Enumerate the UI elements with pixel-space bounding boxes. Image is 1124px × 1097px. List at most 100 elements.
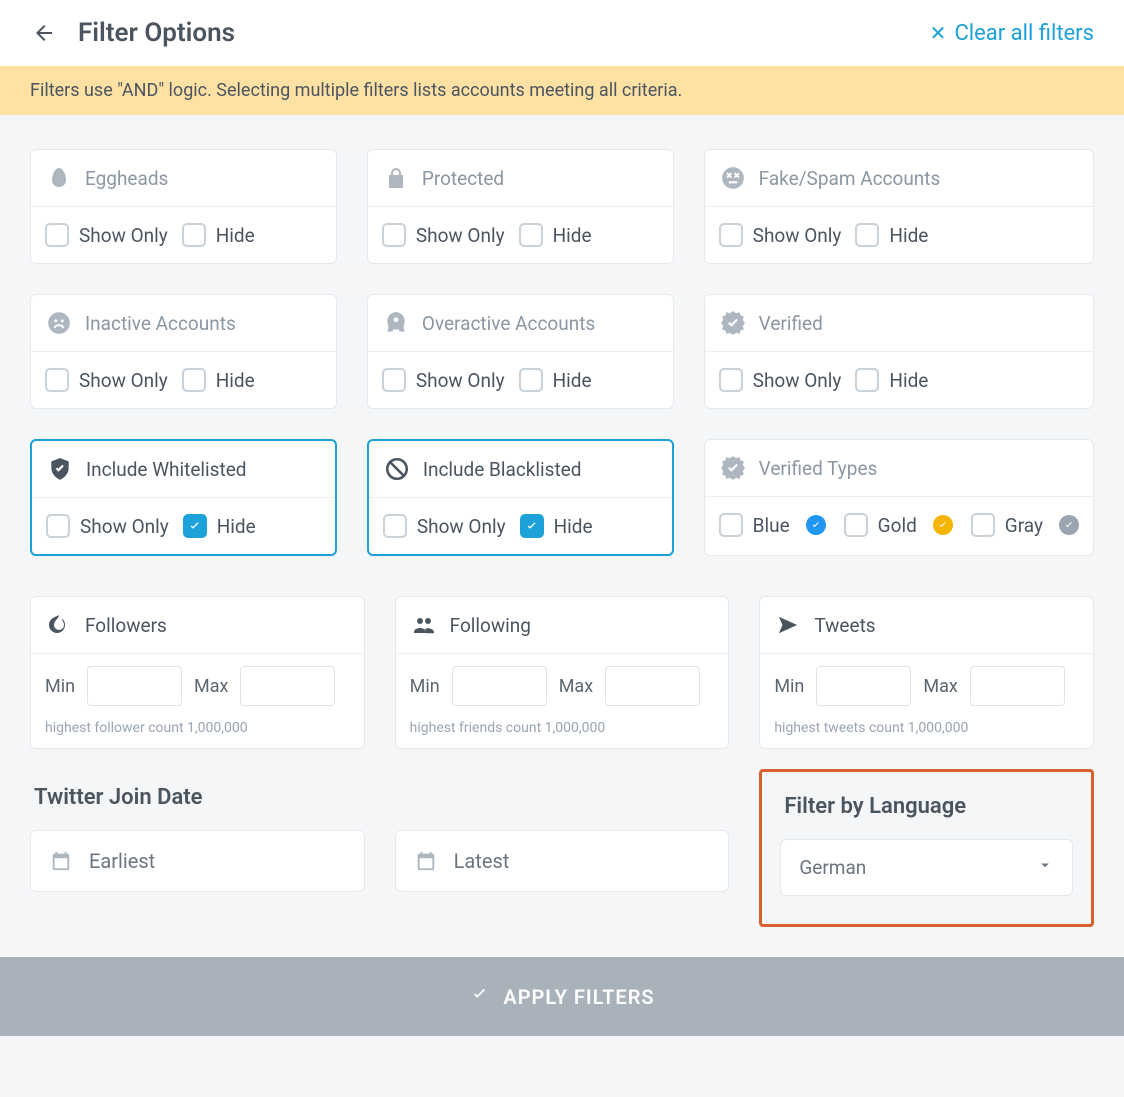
check-icon bbox=[469, 983, 491, 1010]
gray-badge-icon bbox=[1059, 515, 1079, 535]
max-label: Max bbox=[194, 676, 228, 697]
card-title: Protected bbox=[422, 167, 504, 190]
checkbox-label: Gray bbox=[1005, 514, 1043, 537]
filter-card-eggheads: Eggheads Show Only Hide bbox=[30, 149, 337, 264]
checkbox-hide[interactable] bbox=[183, 514, 207, 538]
max-label: Max bbox=[559, 676, 593, 697]
spam-face-icon bbox=[719, 164, 747, 192]
gold-badge-icon bbox=[933, 515, 953, 535]
egg-icon bbox=[45, 164, 73, 192]
card-title: Fake/Spam Accounts bbox=[759, 167, 941, 190]
earliest-date-input[interactable]: Earliest bbox=[30, 830, 365, 892]
checkbox-label: Hide bbox=[216, 224, 255, 247]
card-title: Eggheads bbox=[85, 167, 168, 190]
close-icon: ✕ bbox=[930, 21, 947, 45]
card-title: Include Whitelisted bbox=[86, 458, 247, 481]
checkbox-show-only[interactable] bbox=[46, 514, 70, 538]
checkbox-label: Show Only bbox=[416, 369, 505, 392]
gear-head-icon bbox=[382, 309, 410, 337]
info-banner: Filters use "AND" logic. Selecting multi… bbox=[0, 66, 1124, 115]
checkbox-label: Hide bbox=[217, 515, 256, 538]
page-title: Filter Options bbox=[78, 18, 235, 48]
card-title: Followers bbox=[85, 614, 167, 637]
hint-text: highest friends count 1,000,000 bbox=[396, 720, 729, 748]
followers-max-input[interactable] bbox=[240, 666, 335, 706]
language-select[interactable]: German bbox=[780, 839, 1073, 896]
checkbox-hide[interactable] bbox=[855, 368, 879, 392]
min-label: Min bbox=[410, 676, 440, 697]
checkbox-hide[interactable] bbox=[519, 368, 543, 392]
checkbox-label: Show Only bbox=[79, 369, 168, 392]
checkbox-gray[interactable] bbox=[971, 513, 995, 537]
date-label: Latest bbox=[454, 849, 510, 873]
blue-badge-icon bbox=[806, 515, 826, 535]
filter-card-followers: Followers Min Max highest follower count… bbox=[30, 596, 365, 749]
filter-card-verified: Verified Show Only Hide bbox=[704, 294, 1094, 409]
sad-face-icon bbox=[45, 309, 73, 337]
checkbox-label: Show Only bbox=[753, 224, 842, 247]
min-label: Min bbox=[45, 676, 75, 697]
tweets-min-input[interactable] bbox=[816, 666, 911, 706]
checkbox-label: Hide bbox=[889, 224, 928, 247]
filter-card-fakespam: Fake/Spam Accounts Show Only Hide bbox=[704, 149, 1094, 264]
shield-check-icon bbox=[46, 455, 74, 483]
tweets-max-input[interactable] bbox=[970, 666, 1065, 706]
card-title: Overactive Accounts bbox=[422, 312, 595, 335]
checkbox-label: Hide bbox=[889, 369, 928, 392]
filter-card-whitelisted: Include Whitelisted Show Only Hide bbox=[30, 439, 337, 556]
checkbox-show-only[interactable] bbox=[45, 368, 69, 392]
checkbox-show-only[interactable] bbox=[382, 368, 406, 392]
hint-text: highest follower count 1,000,000 bbox=[31, 720, 364, 748]
checkbox-label: Show Only bbox=[79, 224, 168, 247]
calendar-icon bbox=[412, 847, 440, 875]
checkbox-hide[interactable] bbox=[520, 514, 544, 538]
filter-card-overactive: Overactive Accounts Show Only Hide bbox=[367, 294, 674, 409]
clear-all-filters-button[interactable]: ✕ Clear all filters bbox=[930, 21, 1094, 46]
checkbox-show-only[interactable] bbox=[719, 368, 743, 392]
filter-card-following: Following Min Max highest friends count … bbox=[395, 596, 730, 749]
checkbox-label: Blue bbox=[753, 514, 790, 537]
language-title: Filter by Language bbox=[780, 778, 1073, 839]
chevron-down-icon bbox=[1036, 856, 1054, 879]
hint-text: highest tweets count 1,000,000 bbox=[760, 720, 1093, 748]
card-title: Following bbox=[450, 614, 531, 637]
back-arrow-icon[interactable] bbox=[30, 19, 58, 47]
checkbox-blue[interactable] bbox=[719, 513, 743, 537]
checkbox-label: Hide bbox=[553, 369, 592, 392]
checkbox-hide[interactable] bbox=[855, 223, 879, 247]
checkbox-label: Gold bbox=[878, 514, 917, 537]
checkbox-hide[interactable] bbox=[182, 223, 206, 247]
card-title: Verified bbox=[759, 312, 823, 335]
checkbox-gold[interactable] bbox=[844, 513, 868, 537]
calendar-icon bbox=[47, 847, 75, 875]
people-icon bbox=[410, 611, 438, 639]
verified-badge-icon bbox=[719, 454, 747, 482]
filter-card-verified-types: Verified Types Blue Gold Gray bbox=[704, 439, 1094, 556]
send-icon bbox=[774, 611, 802, 639]
clear-all-filters-label: Clear all filters bbox=[954, 21, 1094, 46]
min-label: Min bbox=[774, 676, 804, 697]
card-title: Verified Types bbox=[759, 457, 878, 480]
apply-filters-button[interactable]: APPLY FILTERS bbox=[0, 957, 1124, 1036]
checkbox-label: Show Only bbox=[80, 515, 169, 538]
checkbox-show-only[interactable] bbox=[382, 223, 406, 247]
following-max-input[interactable] bbox=[605, 666, 700, 706]
latest-date-input[interactable]: Latest bbox=[395, 830, 730, 892]
filter-card-inactive: Inactive Accounts Show Only Hide bbox=[30, 294, 337, 409]
following-min-input[interactable] bbox=[452, 666, 547, 706]
flame-icon bbox=[45, 611, 73, 639]
checkbox-show-only[interactable] bbox=[45, 223, 69, 247]
checkbox-label: Show Only bbox=[416, 224, 505, 247]
followers-min-input[interactable] bbox=[87, 666, 182, 706]
filter-card-blacklisted: Include Blacklisted Show Only Hide bbox=[367, 439, 674, 556]
card-title: Include Blacklisted bbox=[423, 458, 582, 481]
checkbox-show-only[interactable] bbox=[719, 223, 743, 247]
checkbox-hide[interactable] bbox=[519, 223, 543, 247]
checkbox-hide[interactable] bbox=[182, 368, 206, 392]
verified-badge-icon bbox=[719, 309, 747, 337]
checkbox-label: Hide bbox=[554, 515, 593, 538]
card-title: Inactive Accounts bbox=[85, 312, 236, 335]
apply-label: APPLY FILTERS bbox=[503, 985, 654, 1009]
checkbox-show-only[interactable] bbox=[383, 514, 407, 538]
checkbox-label: Hide bbox=[216, 369, 255, 392]
